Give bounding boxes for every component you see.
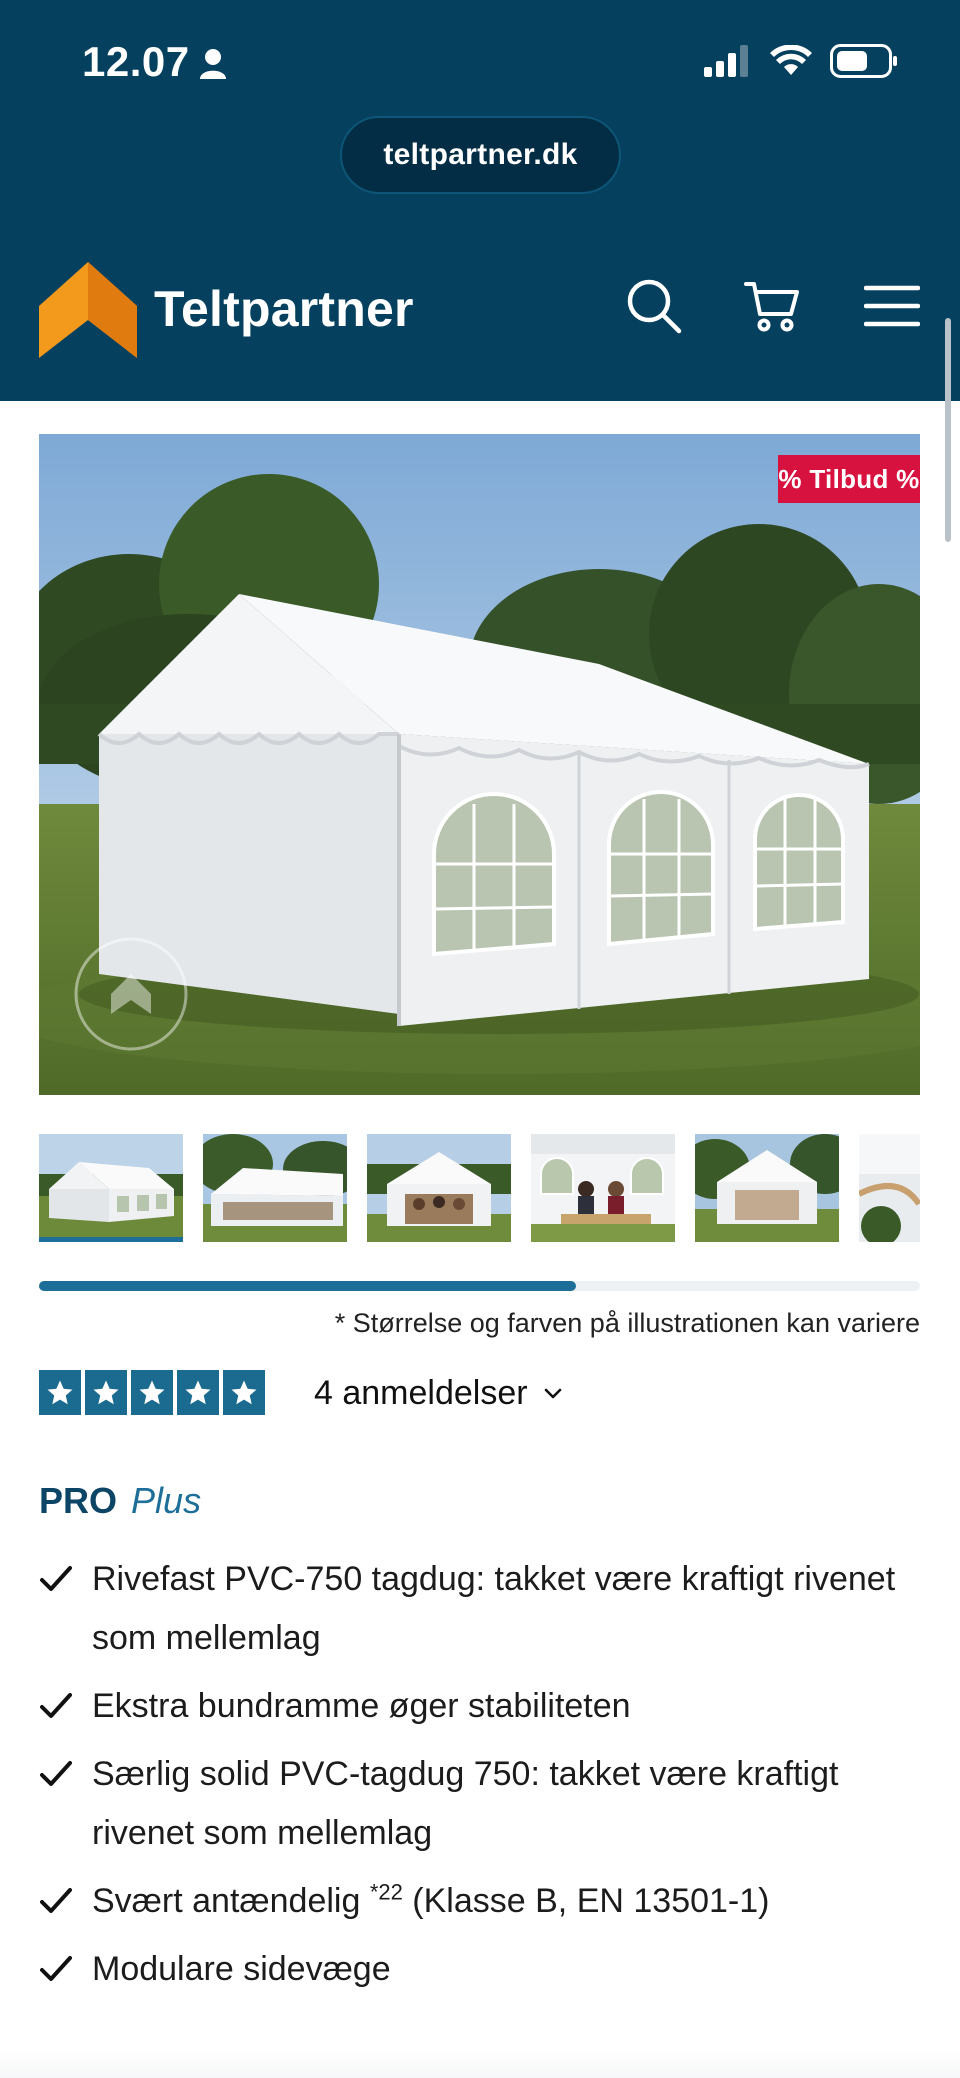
bottom-edge [0,2048,960,2078]
product-line-name: PRO [39,1480,118,1521]
menu-icon[interactable] [864,278,920,334]
thumbnail-strip[interactable] [39,1134,920,1242]
thumbnail-1[interactable] [39,1134,183,1242]
feature-item: Ekstra bundramme øger stabiliteten [39,1677,919,1736]
feature-text-suffix: (Klasse B, EN 13501-1) [402,1882,770,1920]
feature-footnote: *22 [369,1879,403,1905]
product-line-title: PRO Plus [39,1480,201,1522]
feature-list: Rivefast PVC-750 tagdug: takket være kra… [39,1550,919,2008]
thumbnail-5[interactable] [695,1134,839,1242]
wifi-icon [770,45,812,75]
image-disclaimer: * Størrelse og farven på illustrationen … [334,1308,920,1338]
teltpartner-logo[interactable] [39,262,137,358]
gallery-scroll-fill [39,1281,577,1291]
brand-name[interactable]: Teltpartner [154,280,414,338]
search-icon[interactable] [626,278,682,334]
feature-text: Ekstra bundramme øger stabiliteten [92,1687,631,1725]
address-bar[interactable]: teltpartner.dk [340,116,621,194]
chevron-down-icon [544,1388,561,1398]
rating-stars[interactable] [39,1370,265,1415]
feature-item: Modulare sidevæge [39,1940,919,1999]
thumbnail-3[interactable] [367,1134,511,1242]
signal-icon [704,45,748,77]
battery-icon [830,44,897,78]
status-time: 12.07 [82,38,190,85]
star-icon [85,1370,127,1415]
feature-text: Særlig solid PVC-tagdug 750: takket være… [92,1755,839,1852]
product-line-variant: Plus [131,1480,202,1521]
url-text: teltpartner.dk [383,138,578,171]
active-thumbnail-indicator [39,1237,183,1242]
thumbnail-4[interactable] [531,1134,675,1242]
check-icon [40,1888,72,1913]
gallery-scroll-track[interactable] [39,1281,920,1291]
thumbnail-2[interactable] [203,1134,347,1242]
check-icon [40,1956,72,1981]
product-main-image[interactable] [39,434,920,1095]
feature-text: Svært antændelig [92,1882,370,1920]
star-icon [39,1370,81,1415]
thumbnail-6[interactable] [859,1134,920,1242]
offer-badge: % Tilbud % [778,455,920,503]
check-icon [40,1693,72,1718]
person-icon [200,49,226,79]
reviews-count: 4 anmeldelser [314,1374,528,1412]
check-icon [40,1566,72,1591]
feature-text: Modulare sidevæge [92,1950,391,1988]
star-icon [223,1370,265,1415]
cart-icon[interactable] [744,278,800,334]
reviews-toggle[interactable]: 4 anmeldelser [314,1374,562,1413]
status-icons [704,44,898,78]
feature-text: Rivefast PVC-750 tagdug: takket være kra… [92,1560,896,1657]
top-header: 12.07 teltpartner.dk Teltpartner [0,0,960,401]
feature-item: Særlig solid PVC-tagdug 750: takket være… [39,1745,919,1863]
feature-item: Rivefast PVC-750 tagdug: takket være kra… [39,1550,919,1668]
feature-item: Svært antændelig *22 (Klasse B, EN 13501… [39,1872,919,1931]
check-icon [40,1761,72,1786]
page-scrollbar[interactable] [945,318,951,542]
star-icon [131,1370,173,1415]
star-icon [177,1370,219,1415]
